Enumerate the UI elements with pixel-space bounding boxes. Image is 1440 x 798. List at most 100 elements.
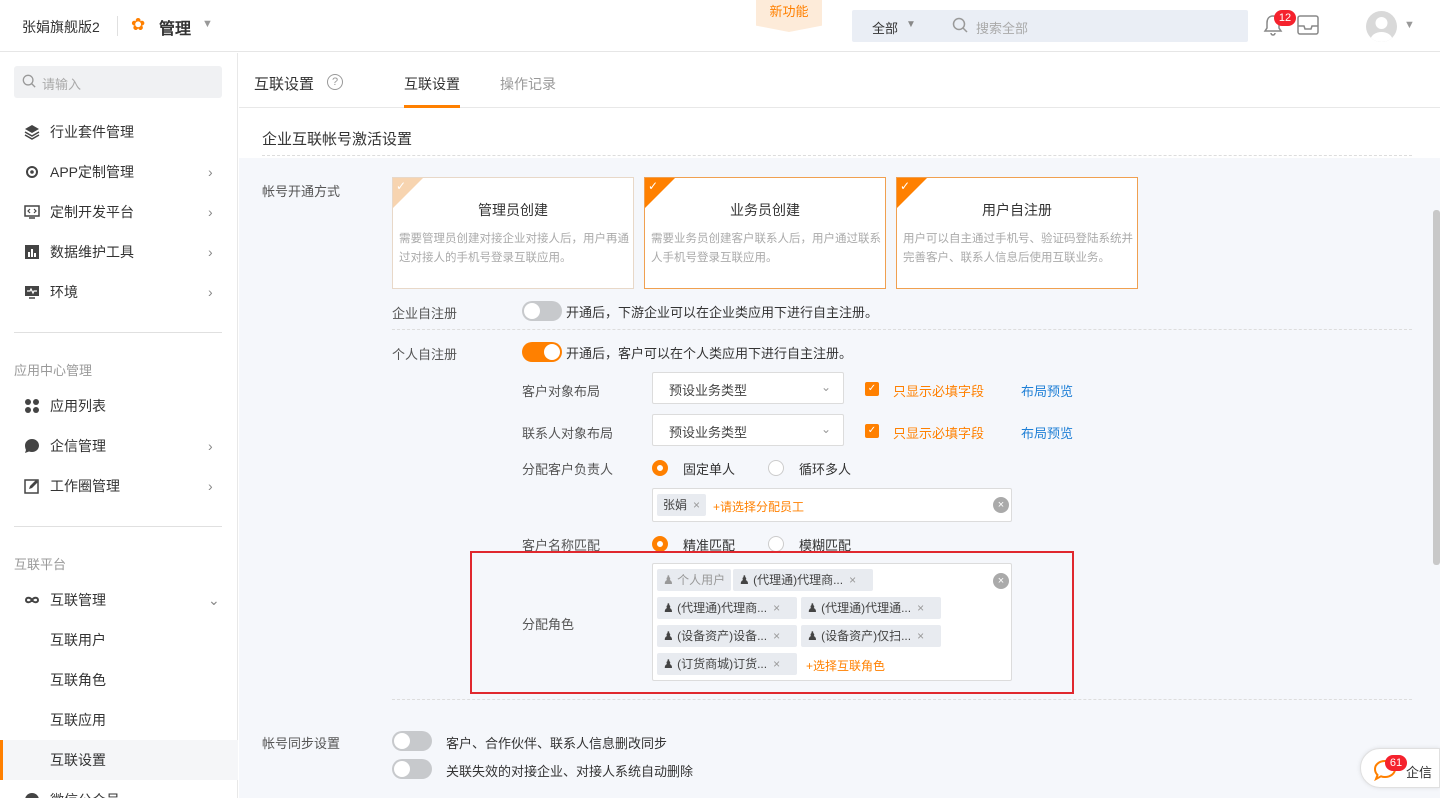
highlight-box xyxy=(470,551,1074,694)
chevron-right-icon: › xyxy=(208,284,213,300)
sidebar-item-label: 行业套件管理 xyxy=(50,124,134,140)
sidebar-item-qixin[interactable]: 企信管理 › xyxy=(0,426,238,466)
sidebar-item-link-settings[interactable]: 互联设置 xyxy=(0,740,238,780)
layout-preview-link[interactable]: 布局预览 xyxy=(1021,423,1073,442)
monitor-icon xyxy=(25,286,39,299)
divider xyxy=(262,155,1412,156)
toggle-knob xyxy=(544,344,560,360)
sidebar-item-label: 数据维护工具 xyxy=(50,244,134,260)
sidebar-item-label: 互联应用 xyxy=(50,712,106,728)
card-admin-create[interactable]: ✓ 管理员创建 需要管理员创建对接企业对接人后，用户再通过对接人的手机号登录互联… xyxy=(392,177,634,289)
contact-layout-select[interactable]: 预设业务类型 ⌄ xyxy=(652,414,844,446)
tab-operation-log[interactable]: 操作记录 xyxy=(500,74,556,94)
sidebar-group-title: 应用中心管理 xyxy=(14,363,93,378)
sidebar-search-input[interactable]: 请输入 xyxy=(14,66,222,98)
sidebar-item-industry-suite[interactable]: 行业套件管理 xyxy=(0,112,238,152)
edit-icon xyxy=(24,479,39,494)
scrollbar[interactable] xyxy=(1433,210,1440,565)
divider xyxy=(14,526,222,527)
toggle-knob xyxy=(394,733,410,749)
required-only-checkbox[interactable]: ✓ xyxy=(865,382,879,396)
sidebar-item-environment[interactable]: 环境 › xyxy=(0,272,238,312)
sidebar: 请输入 行业套件管理 APP定制管理 › 定制开发平台 › 数据维护工具 › 环… xyxy=(0,53,238,798)
global-search[interactable]: 全部 ▼ 搜索全部 xyxy=(852,10,1248,42)
radio-fixed-single[interactable] xyxy=(652,460,668,476)
owner-employee-select[interactable]: 张娟 × +请选择分配员工 × xyxy=(652,488,1012,522)
radio-label: 循环多人 xyxy=(799,462,852,477)
ent-self-reg-toggle[interactable] xyxy=(522,301,562,321)
sidebar-item-link-roles[interactable]: 互联角色 xyxy=(0,660,238,700)
caret-down-icon[interactable]: ▼ xyxy=(1404,19,1415,31)
sidebar-item-dev-platform[interactable]: 定制开发平台 › xyxy=(0,192,238,232)
divider xyxy=(117,16,118,36)
auto-remove-toggle[interactable] xyxy=(392,759,432,779)
caret-down-icon[interactable]: ▼ xyxy=(202,18,213,30)
grid-icon xyxy=(25,399,39,413)
sidebar-item-link-users[interactable]: 互联用户 xyxy=(0,620,238,660)
personal-self-reg-toggle[interactable] xyxy=(522,342,562,362)
sidebar-item-label: 互联用户 xyxy=(50,632,106,648)
card-sales-create[interactable]: ✓ 业务员创建 需要业务员创建客户联系人后，用户通过联系人手机号登录互联应用。 xyxy=(644,177,886,289)
tab-link-settings[interactable]: 互联设置 xyxy=(404,74,460,94)
sidebar-item-label: 互联设置 xyxy=(50,752,106,768)
gear-icon: ✿ xyxy=(131,15,146,34)
sidebar-item-app-list[interactable]: 应用列表 xyxy=(0,386,238,426)
sidebar-item-label: 工作圈管理 xyxy=(50,478,120,494)
close-icon[interactable]: × xyxy=(693,498,700,512)
help-icon[interactable]: ? xyxy=(327,74,343,90)
layers-icon xyxy=(24,125,40,140)
radio-fuzzy-match[interactable] xyxy=(768,536,784,552)
sidebar-item-wechat[interactable]: 微信公众号 xyxy=(0,780,238,798)
app-gear-icon xyxy=(26,166,38,178)
chat-icon xyxy=(25,439,39,453)
required-only-label: 只显示必填字段 xyxy=(893,384,985,399)
sidebar-item-app-custom[interactable]: APP定制管理 › xyxy=(0,152,238,192)
add-employee-link[interactable]: +请选择分配员工 xyxy=(713,498,804,515)
card-title: 用户自注册 xyxy=(982,202,1052,218)
sidebar-item-label: 微信公众号 xyxy=(50,780,120,798)
owner-label: 分配客户负责人 xyxy=(522,462,614,477)
contact-layout-label: 联系人对象布局 xyxy=(522,426,614,441)
sidebar-item-link-apps[interactable]: 互联应用 xyxy=(0,700,238,740)
sync-settings-label: 帐号同步设置 xyxy=(262,736,341,751)
sidebar-item-label: 企信管理 xyxy=(50,438,106,454)
search-placeholder[interactable]: 搜索全部 xyxy=(976,18,1028,37)
toggle-knob xyxy=(394,761,410,777)
caret-down-icon[interactable]: ▼ xyxy=(906,19,916,30)
module-title[interactable]: 管理 xyxy=(159,15,191,39)
search-icon xyxy=(22,74,36,88)
radio-exact-match[interactable] xyxy=(652,536,668,552)
sidebar-item-label: 应用列表 xyxy=(50,398,106,414)
card-self-register[interactable]: ✓ 用户自注册 用户可以自主通过手机号、验证码登陆系统并完善客户、联系人信息后使… xyxy=(896,177,1138,289)
chevron-right-icon: › xyxy=(208,438,213,454)
required-only-checkbox[interactable]: ✓ xyxy=(865,424,879,438)
account-mode-label: 帐号开通方式 xyxy=(262,184,341,199)
chevron-right-icon: › xyxy=(208,164,213,180)
inbox-icon[interactable] xyxy=(1296,14,1320,36)
sidebar-search-placeholder[interactable]: 请输入 xyxy=(42,74,81,93)
search-scope[interactable]: 全部 xyxy=(872,18,898,37)
sidebar-item-data-tools[interactable]: 数据维护工具 › xyxy=(0,232,238,272)
clear-icon[interactable]: × xyxy=(993,497,1009,513)
chevron-down-icon: ⌄ xyxy=(208,592,220,608)
sync-delete-text: 客户、合作伙伴、联系人信息删改同步 xyxy=(446,736,668,751)
toggle-knob xyxy=(524,303,540,319)
tab-bar: 互联设置 ? 互联设置 操作记录 xyxy=(239,53,1440,108)
page-title: 互联设置 xyxy=(254,76,315,93)
personal-self-reg-text: 开通后，客户可以在个人类应用下进行自主注册。 xyxy=(566,346,853,361)
qixin-float-button[interactable]: 61 企信 xyxy=(1360,748,1440,788)
new-feature-badge[interactable]: 新功能 xyxy=(756,0,822,32)
sidebar-item-label: 互联角色 xyxy=(50,672,106,688)
card-title: 管理员创建 xyxy=(478,202,548,218)
company-name[interactable]: 张娟旗舰版2 xyxy=(22,17,100,37)
radio-round-robin[interactable] xyxy=(768,460,784,476)
customer-layout-select[interactable]: 预设业务类型 ⌄ xyxy=(652,372,844,404)
chevron-right-icon: › xyxy=(208,204,213,220)
avatar[interactable] xyxy=(1366,11,1397,42)
sidebar-item-link-management[interactable]: 互联管理 ⌄ xyxy=(0,580,238,620)
sidebar-group-title: 互联平台 xyxy=(14,557,67,572)
divider xyxy=(392,699,1412,700)
sidebar-item-workcircle[interactable]: 工作圈管理 › xyxy=(0,466,238,506)
layout-preview-link[interactable]: 布局预览 xyxy=(1021,381,1073,400)
sync-delete-toggle[interactable] xyxy=(392,731,432,751)
